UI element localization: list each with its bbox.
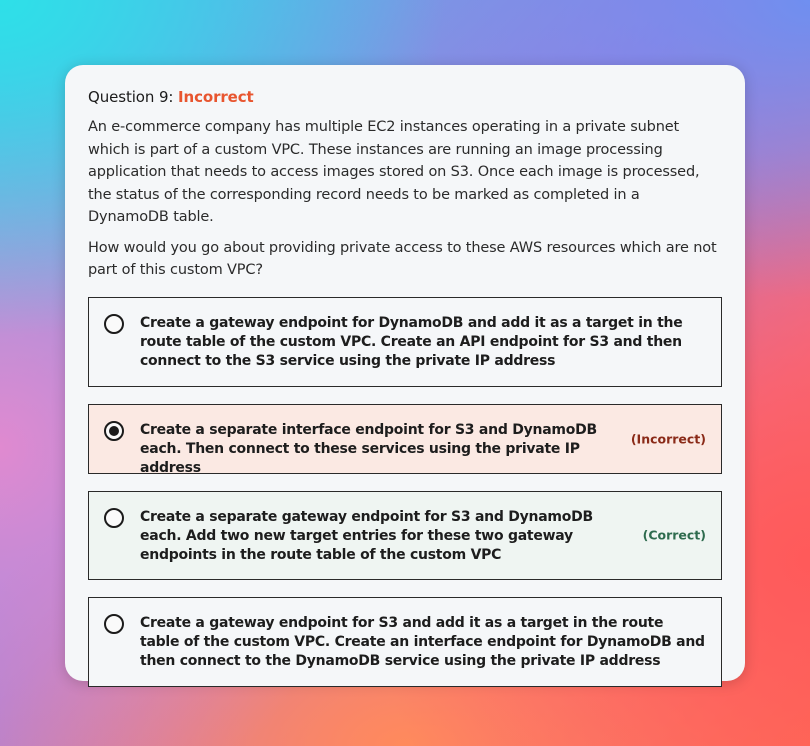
question-card: Question 9: Incorrect An e-commerce comp…	[65, 65, 745, 687]
answer-option-text: Create a separate gateway endpoint for S…	[140, 508, 593, 563]
incorrect-badge: (Incorrect)	[630, 431, 706, 446]
answer-option-1[interactable]: Create a gateway endpoint for DynamoDB a…	[88, 296, 722, 387]
answer-option-text: Create a separate interface endpoint for…	[140, 421, 597, 476]
answer-options: Create a gateway endpoint for DynamoDB a…	[88, 296, 722, 687]
question-status: Incorrect	[178, 88, 254, 106]
radio-button-icon[interactable]	[104, 507, 124, 528]
question-prompt: How would you go about providing private…	[88, 239, 717, 279]
question-text: An e-commerce company has multiple EC2 i…	[88, 119, 700, 225]
radio-button-icon[interactable]	[104, 313, 124, 334]
radio-button-selected-icon[interactable]	[104, 420, 124, 441]
answer-option-text: Create a gateway endpoint for DynamoDB a…	[140, 314, 683, 369]
question-number: Question 9:	[88, 88, 174, 106]
answer-option-4[interactable]: Create a gateway endpoint for S3 and add…	[88, 596, 722, 687]
question-header: Question 9: Incorrect	[88, 87, 722, 107]
correct-badge: (Correct)	[642, 527, 706, 543]
answer-option-3[interactable]: Create a separate gateway endpoint for S…	[88, 490, 722, 580]
answer-option-2[interactable]: Create a separate interface endpoint for…	[88, 403, 722, 476]
radio-button-icon[interactable]	[104, 613, 124, 634]
answer-option-text: Create a gateway endpoint for S3 and add…	[140, 614, 705, 669]
